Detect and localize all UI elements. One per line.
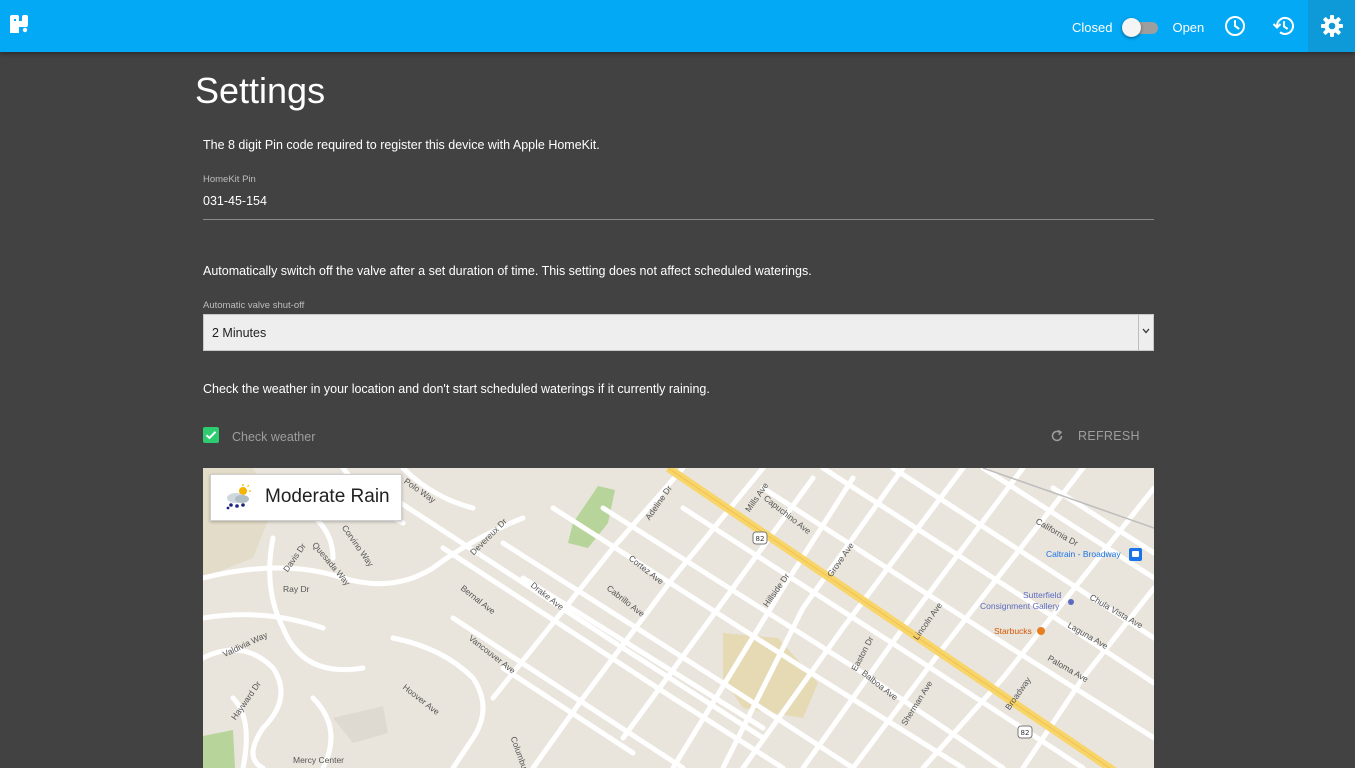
- refresh-label: REFRESH: [1078, 429, 1140, 443]
- poi-label: Sutterfield: [1023, 590, 1062, 600]
- homekit-description: The 8 digit Pin code required to registe…: [203, 138, 600, 152]
- shutoff-label: Automatic valve shut-off: [203, 300, 305, 311]
- weather-map[interactable]: 82 82 Polo Way Corvino Way Devereux Dr D…: [203, 468, 1154, 768]
- pin-underline: [203, 219, 1154, 220]
- check-weather-label: Check weather: [232, 430, 316, 444]
- homekit-pin-label: HomeKit Pin: [203, 174, 256, 185]
- history-icon[interactable]: [1272, 14, 1296, 38]
- poi-label: Mercy Center: [293, 755, 345, 765]
- valve-switch[interactable]: [1122, 16, 1160, 38]
- shutoff-description: Automatically switch off the valve after…: [203, 264, 812, 278]
- valve-toggle[interactable]: Closed Open: [1072, 16, 1204, 38]
- switch-knob[interactable]: [1122, 18, 1142, 37]
- map-street-label: Ray Dr: [283, 584, 310, 594]
- svg-text:82: 82: [1021, 729, 1030, 737]
- page-title: Settings: [195, 70, 326, 111]
- gear-icon: [1321, 15, 1343, 37]
- check-weather-checkbox[interactable]: [203, 427, 219, 443]
- chevron-down-icon: [1142, 328, 1150, 334]
- caltrain-label: Caltrain - Broadway: [1046, 549, 1121, 559]
- weather-condition: Moderate Rain: [265, 486, 390, 507]
- poi-label: Consignment Gallery: [980, 601, 1060, 611]
- homekit-pin-field[interactable]: 031-45-154: [203, 194, 267, 208]
- refresh-icon: [1051, 429, 1063, 442]
- toggle-closed-label: Closed: [1072, 19, 1113, 35]
- logo-icon[interactable]: [8, 13, 30, 35]
- top-app-bar: Closed Open: [0, 0, 1355, 52]
- poi-label: Starbucks: [994, 626, 1032, 636]
- weather-description: Check the weather in your location and d…: [203, 382, 710, 396]
- select-arrow[interactable]: [1138, 315, 1153, 350]
- clock-icon[interactable]: [1223, 14, 1247, 38]
- svg-text:82: 82: [756, 535, 765, 543]
- toggle-open-label: Open: [1172, 19, 1205, 35]
- shutoff-select[interactable]: 2 Minutes: [203, 314, 1154, 351]
- rain-cloud-icon: [226, 484, 251, 510]
- refresh-button[interactable]: REFRESH: [1050, 429, 1140, 443]
- checkmark-icon: [205, 431, 217, 440]
- shutoff-selected-value: 2 Minutes: [212, 326, 267, 340]
- weather-status-card: Moderate Rain: [210, 474, 402, 521]
- tab-settings[interactable]: [1308, 0, 1355, 52]
